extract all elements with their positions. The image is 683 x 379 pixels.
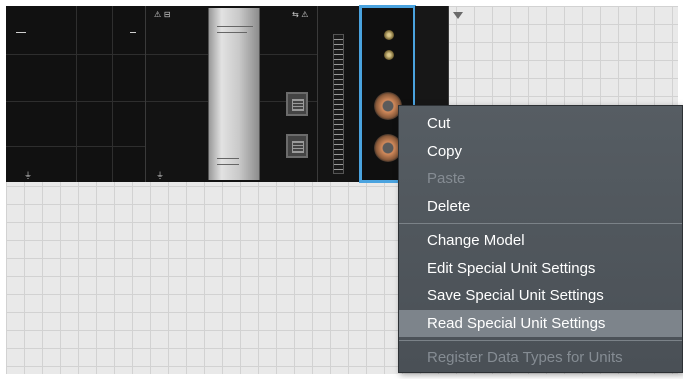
power-indicator-led bbox=[16, 32, 26, 33]
cpu-unit[interactable]: ⚠ ⊟ ⇆ ⚠ ⏚ bbox=[146, 6, 318, 182]
panel-seam bbox=[6, 101, 145, 102]
menu-item-read-special-unit-settings[interactable]: Read Special Unit Settings bbox=[399, 309, 682, 337]
rotary-switch-icon bbox=[384, 50, 394, 60]
menu-item-save-special-unit-settings[interactable]: Save Special Unit Settings bbox=[399, 282, 682, 310]
panel-seam bbox=[6, 54, 145, 55]
panel-label-line bbox=[217, 164, 239, 165]
cpu-front-panel bbox=[208, 8, 260, 180]
menu-item-edit-special-unit-settings[interactable]: Edit Special Unit Settings bbox=[399, 255, 682, 283]
ground-icon: ⏚ bbox=[24, 171, 32, 180]
plc-rack: ⏚ ⚠ ⊟ ⇆ ⚠ ⏚ bbox=[6, 5, 449, 183]
menu-item-copy[interactable]: Copy bbox=[399, 138, 682, 166]
ground-icon: ⏚ bbox=[156, 171, 164, 180]
ethernet-port bbox=[286, 92, 308, 116]
unit-divider bbox=[76, 6, 77, 182]
terminal-strip bbox=[333, 34, 344, 174]
menu-item-cut[interactable]: Cut bbox=[399, 110, 682, 138]
rotary-switch-icon bbox=[384, 30, 394, 40]
menu-item-register-data-types[interactable]: Register Data Types for Units bbox=[399, 344, 682, 372]
io-unit[interactable] bbox=[318, 6, 360, 182]
panel-label-line bbox=[217, 26, 253, 27]
status-indicator-led bbox=[130, 32, 136, 33]
unit-divider bbox=[112, 6, 113, 182]
warning-icon: ⚠ ⊟ bbox=[154, 10, 171, 19]
usb-icon: ⇆ ⚠ bbox=[292, 10, 309, 19]
context-menu: Cut Copy Paste Delete Change Model Edit … bbox=[398, 105, 683, 373]
menu-separator bbox=[399, 340, 682, 341]
ethernet-port bbox=[286, 134, 308, 158]
menu-item-change-model[interactable]: Change Model bbox=[399, 227, 682, 255]
panel-label-line bbox=[217, 158, 239, 159]
panel-seam bbox=[6, 146, 145, 147]
panel-label-line bbox=[217, 32, 247, 33]
dropdown-arrow-icon[interactable] bbox=[453, 12, 463, 19]
power-supply-unit[interactable]: ⏚ bbox=[6, 6, 146, 182]
menu-separator bbox=[399, 223, 682, 224]
menu-item-delete[interactable]: Delete bbox=[399, 193, 682, 221]
menu-item-paste[interactable]: Paste bbox=[399, 165, 682, 193]
